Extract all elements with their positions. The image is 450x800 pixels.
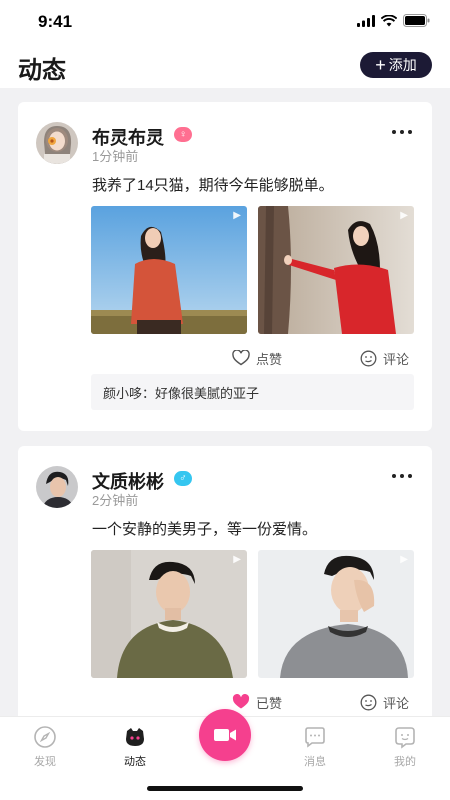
like-label: 点赞 [256, 351, 283, 367]
status-bar: 9:41 [0, 0, 450, 44]
status-icons [357, 14, 430, 27]
compass-icon [34, 726, 56, 748]
more-options-button[interactable] [388, 462, 416, 490]
post-photo[interactable]: ▶ [91, 550, 247, 678]
profile-icon [395, 727, 415, 749]
plus-icon: + [375, 55, 386, 75]
like-button[interactable]: 点赞 [232, 348, 282, 368]
tab-label: 动态 [124, 756, 146, 768]
comment-label: 评论 [383, 351, 410, 367]
signal-icon [357, 14, 375, 27]
status-time: 9:41 [38, 12, 73, 31]
avatar[interactable] [36, 122, 78, 164]
page-title: 动态 [18, 57, 66, 84]
comment-button[interactable]: 评论 [360, 692, 409, 712]
post-card: 文质彬彬 ♂ 2分钟前 一个安静的美男子，等一份爱情。 ▶ ▶ 已赞 评论 [18, 446, 432, 716]
post-photo[interactable]: ▶ [258, 550, 414, 678]
add-button-label: 添加 [388, 57, 417, 73]
comment-preview[interactable]: 颜小哆： 好像很美腻的亚子 [91, 374, 414, 410]
post-text: 我养了14只猫，期待今年能够脱单。 [92, 177, 334, 194]
header: 动态 + 添加 [0, 44, 450, 88]
video-camera-icon [214, 729, 236, 741]
comment-text: 好像很美腻的亚子 [155, 385, 260, 401]
play-icon: ▶ [400, 554, 408, 565]
comment-author: 颜小哆： [103, 385, 156, 401]
play-icon: ▶ [233, 210, 241, 221]
play-icon: ▶ [233, 554, 241, 565]
play-icon: ▶ [400, 210, 408, 221]
home-indicator [147, 786, 303, 791]
tab-mine[interactable]: 我的 [375, 725, 435, 769]
comment-face-icon [360, 350, 377, 366]
post-time: 2分钟前 [92, 493, 139, 508]
comment-button[interactable]: 评论 [360, 348, 409, 368]
comment-label: 评论 [383, 695, 410, 711]
post-time: 1分钟前 [92, 149, 139, 164]
tab-feed[interactable]: 动态 [105, 725, 165, 769]
battery-icon [403, 14, 430, 27]
post-text: 一个安静的美男子，等一份爱情。 [92, 521, 318, 538]
message-icon [305, 727, 325, 748]
heart-outline-icon [232, 350, 250, 366]
tab-messages[interactable]: 消息 [285, 725, 345, 769]
add-button[interactable]: + 添加 [360, 52, 432, 78]
video-camera-button[interactable] [199, 709, 251, 761]
male-gender-icon: ♂ [174, 471, 192, 486]
avatar[interactable] [36, 466, 78, 508]
more-options-button[interactable] [388, 118, 416, 146]
feed-list[interactable]: 布灵布灵 ♀ 1分钟前 我养了14只猫，期待今年能够脱单。 ▶ ▶ 点赞 评论 … [0, 88, 450, 716]
post-photo[interactable]: ▶ [258, 206, 414, 334]
wifi-icon [381, 14, 397, 26]
post-photo[interactable]: ▶ [91, 206, 247, 334]
tab-label: 发现 [34, 756, 56, 768]
like-label: 已赞 [256, 695, 283, 711]
feed-icon [126, 728, 144, 746]
tab-label: 我的 [394, 756, 416, 768]
female-gender-icon: ♀ [174, 127, 192, 142]
post-card: 布灵布灵 ♀ 1分钟前 我养了14只猫，期待今年能够脱单。 ▶ ▶ 点赞 评论 … [18, 102, 432, 431]
like-button[interactable]: 已赞 [232, 692, 282, 712]
heart-filled-icon [232, 694, 250, 709]
tab-label: 消息 [304, 756, 326, 768]
comment-face-icon [360, 694, 377, 710]
tab-discover[interactable]: 发现 [15, 725, 75, 769]
